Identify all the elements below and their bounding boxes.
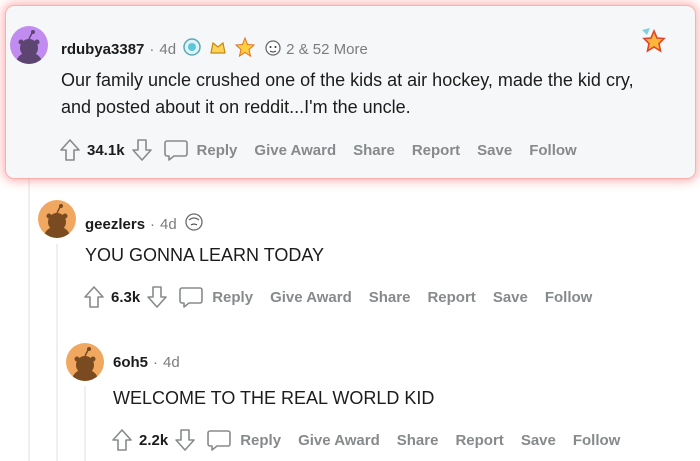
- share-button[interactable]: Share: [397, 432, 439, 449]
- save-button[interactable]: Save: [477, 142, 512, 159]
- comment-age[interactable]: 4d: [163, 354, 180, 371]
- comment-meta: rdubya3387 · 4d 2 & 52 More: [61, 36, 368, 62]
- vote-score: 6.3k: [111, 288, 141, 306]
- vote-score: 34.1k: [87, 141, 125, 159]
- reply-icon[interactable]: [178, 285, 204, 309]
- helpful-award-icon[interactable]: [182, 37, 202, 61]
- comment-age[interactable]: 4d: [159, 41, 176, 58]
- starstruck-award-icon[interactable]: [234, 36, 256, 62]
- give-award-button[interactable]: Give Award: [298, 432, 380, 449]
- gold-award-icon[interactable]: [208, 37, 228, 61]
- give-award-button[interactable]: Give Award: [270, 289, 352, 306]
- reply-icon[interactable]: [206, 428, 232, 452]
- upvote-icon[interactable]: [111, 428, 133, 452]
- comment-meta: 6oh5 · 4d: [113, 354, 180, 371]
- share-button[interactable]: Share: [369, 289, 411, 306]
- award-button-icon[interactable]: [638, 26, 668, 61]
- username[interactable]: geezlers: [85, 216, 145, 233]
- username[interactable]: rdubya3387: [61, 41, 144, 58]
- upvote-icon[interactable]: [59, 138, 81, 162]
- reply-button[interactable]: Reply: [197, 142, 238, 159]
- comment-body: WELCOME TO THE REAL WORLD KID: [113, 385, 434, 412]
- comment-age[interactable]: 4d: [160, 216, 177, 233]
- downvote-icon[interactable]: [174, 428, 196, 452]
- comment-body: Our family uncle crushed one of the kids…: [61, 67, 634, 121]
- save-button[interactable]: Save: [521, 432, 556, 449]
- downvote-icon[interactable]: [131, 138, 153, 162]
- follow-button[interactable]: Follow: [545, 289, 593, 306]
- avatar[interactable]: [38, 200, 76, 238]
- separator-dot: ·: [153, 354, 159, 371]
- downvote-icon[interactable]: [146, 285, 168, 309]
- share-button[interactable]: Share: [353, 142, 395, 159]
- report-button[interactable]: Report: [455, 432, 503, 449]
- username[interactable]: 6oh5: [113, 354, 148, 371]
- facepalm-award-icon[interactable]: [183, 211, 205, 237]
- thread-line-level-2[interactable]: [84, 386, 86, 461]
- follow-button[interactable]: Follow: [573, 432, 621, 449]
- comment-actions: 34.1k Reply Give Award Share Report Save…: [59, 138, 594, 162]
- vote-score: 2.2k: [139, 431, 169, 449]
- reply-icon[interactable]: [163, 138, 189, 162]
- give-award-button[interactable]: Give Award: [254, 142, 336, 159]
- report-button[interactable]: Report: [427, 289, 475, 306]
- snoo-avatar-icon: [71, 347, 99, 381]
- separator-dot: ·: [149, 40, 155, 58]
- snoo-avatar-icon: [43, 204, 71, 238]
- wholesome-award-icon[interactable]: [262, 36, 284, 62]
- separator-dot: ·: [150, 215, 156, 233]
- comment-body: YOU GONNA LEARN TODAY: [85, 242, 324, 269]
- reply-button[interactable]: Reply: [240, 432, 281, 449]
- thread-line-level-1[interactable]: [56, 244, 58, 461]
- comment-body-line: WELCOME TO THE REAL WORLD KID: [113, 388, 435, 408]
- snoo-avatar-icon: [15, 30, 43, 64]
- comment-body-line: YOU GONNA LEARN TODAY: [85, 245, 325, 265]
- more-awards-count[interactable]: 2 & 52 More: [286, 41, 368, 58]
- upvote-icon[interactable]: [83, 285, 105, 309]
- avatar[interactable]: [66, 343, 104, 381]
- comment-body-line: Our family uncle crushed one of the kids…: [61, 70, 634, 90]
- comment-body-line: and posted about it on reddit...I'm the …: [61, 97, 411, 117]
- reply-button[interactable]: Reply: [212, 289, 253, 306]
- avatar[interactable]: [10, 26, 48, 64]
- comment-meta: geezlers · 4d: [85, 211, 205, 237]
- comment-actions: 2.2k Reply Give Award Share Report Save …: [111, 428, 637, 452]
- comment-actions: 6.3k Reply Give Award Share Report Save …: [83, 285, 609, 309]
- follow-button[interactable]: Follow: [529, 142, 577, 159]
- report-button[interactable]: Report: [412, 142, 460, 159]
- save-button[interactable]: Save: [493, 289, 528, 306]
